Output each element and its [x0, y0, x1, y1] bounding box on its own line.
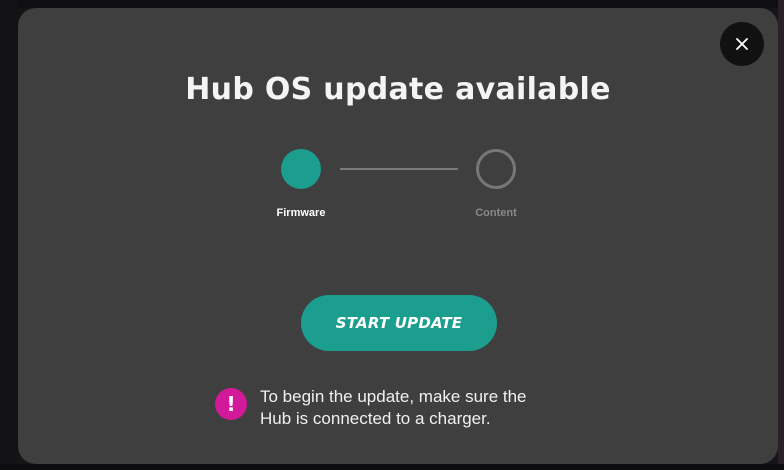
start-update-button[interactable]: START UPDATE — [301, 295, 497, 351]
step-content-indicator — [476, 149, 516, 189]
charger-notice-line-1: To begin the update, make sure the — [260, 387, 527, 406]
step-content-label: Content — [475, 207, 517, 219]
update-modal: Hub OS update available Firmware Content… — [18, 8, 778, 464]
step-firmware-label: Firmware — [276, 207, 326, 219]
charger-notice-line-2: Hub is connected to a charger. — [260, 409, 491, 428]
backdrop-top — [0, 0, 784, 8]
backdrop-left — [0, 0, 18, 470]
step-connector — [340, 168, 458, 170]
exclamation-icon: ! — [215, 388, 247, 420]
charger-notice: To begin the update, make sure the Hub i… — [260, 386, 600, 430]
backdrop-bottom — [0, 464, 784, 470]
backdrop-right — [778, 0, 784, 470]
update-stepper: Firmware Content — [18, 8, 778, 248]
step-firmware-indicator — [281, 149, 321, 189]
